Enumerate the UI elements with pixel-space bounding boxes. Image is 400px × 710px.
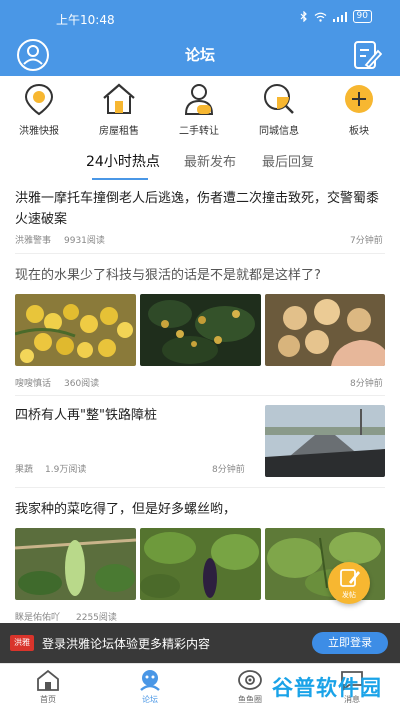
bottom-nav-home[interactable]: 首页 <box>18 668 78 705</box>
post-image[interactable] <box>140 528 261 600</box>
post-reads: 1.9万阅读 <box>45 465 87 475</box>
quick-menu-label: 洪雅快报 <box>19 126 59 137</box>
post-time: 7分钟前 <box>350 236 383 246</box>
login-banner-message: 登录洪雅论坛体验更多精彩内容 <box>42 637 211 651</box>
divider <box>15 253 385 254</box>
new-post-label: 发帖 <box>342 591 356 599</box>
signal-icon <box>332 11 347 22</box>
divider <box>15 487 385 488</box>
header: 论坛 <box>0 34 400 76</box>
post-image[interactable] <box>15 294 136 366</box>
post-image[interactable] <box>265 294 385 366</box>
active-tab-indicator <box>92 178 148 180</box>
bottom-nav-forum[interactable]: 论坛 <box>120 668 180 705</box>
house-icon <box>103 83 135 114</box>
app-logo: 洪雅 <box>10 635 34 651</box>
compose-icon[interactable] <box>352 39 382 71</box>
divider <box>15 395 385 396</box>
forum-icon <box>140 670 160 691</box>
login-button[interactable]: 立即登录 <box>312 632 388 654</box>
status-bar: 上午10:48 90 <box>0 0 400 34</box>
post-time: 8分钟前 <box>212 465 245 475</box>
login-banner: 洪雅 登录洪雅论坛体验更多精彩内容 立即登录 <box>0 623 400 663</box>
quick-menu-item-housing[interactable]: 房屋租售 <box>84 82 154 137</box>
post-author: 嗖嗖慎话 <box>15 379 52 389</box>
post-reads: 9931阅读 <box>64 236 105 246</box>
post-title[interactable]: 四桥有人再"整"铁路障桩 <box>15 405 255 426</box>
quick-menu-label: 板块 <box>349 126 369 137</box>
tab-hot-24h[interactable]: 24小时热点 <box>86 151 160 171</box>
wifi-icon <box>314 12 326 22</box>
page-title: 论坛 <box>184 46 215 64</box>
post-image[interactable] <box>265 405 385 477</box>
post-title[interactable]: 我家种的菜吃得了，但是好多螺丝哟， <box>15 499 387 520</box>
feed-tabs: 24小时热点 最新发布 最后回复 <box>0 151 400 185</box>
watermark-text: 谷普软件园 <box>272 676 382 700</box>
quick-menu-item-boards[interactable]: 板块 <box>324 82 394 137</box>
home-icon <box>37 669 59 691</box>
bluetooth-icon <box>300 11 307 22</box>
edit-icon <box>340 569 360 587</box>
tab-latest[interactable]: 最新发布 <box>184 151 236 170</box>
person-icon <box>184 84 214 115</box>
quick-menu: 洪雅快报 房屋租售 二手转让 同城信息 板块 <box>0 82 400 142</box>
bottom-nav-circle[interactable]: 鱼鱼圈 <box>220 668 280 705</box>
post-author: 眯是佑佑吖 <box>15 613 61 623</box>
quick-menu-item-local-info[interactable]: 同城信息 <box>244 82 314 137</box>
quick-menu-label: 房屋租售 <box>99 126 139 137</box>
bottom-nav-label: 首页 <box>40 695 56 704</box>
post-author: 洪雅警事 <box>15 236 52 246</box>
quick-menu-label: 同城信息 <box>259 126 299 137</box>
search-icon <box>264 84 294 114</box>
bottom-nav-label: 论坛 <box>142 695 158 704</box>
quick-menu-item-secondhand[interactable]: 二手转让 <box>164 82 234 137</box>
post-author: 果蔬 <box>15 465 34 475</box>
post-reads: 360阅读 <box>64 379 100 389</box>
watermark: 谷普软件园 <box>272 672 394 704</box>
post-image[interactable] <box>140 294 261 366</box>
post-reads: 2255阅读 <box>76 613 117 623</box>
eye-icon <box>238 670 262 690</box>
post-title[interactable]: 现在的水果少了科技与狠活的话是不是就都是这样了? <box>15 265 387 286</box>
new-post-button[interactable]: 发帖 <box>328 562 370 604</box>
battery-icon: 90 <box>352 10 372 23</box>
quick-menu-label: 二手转让 <box>179 126 219 137</box>
bottom-nav-label: 鱼鱼圈 <box>238 695 262 704</box>
quick-menu-item-news[interactable]: 洪雅快报 <box>4 82 74 137</box>
post-title[interactable]: 洪雅一摩托车撞倒老人后逃逸，伤者遭二次撞击致死，交警蜀黍火速破案 <box>15 188 387 230</box>
post-image[interactable] <box>15 528 136 600</box>
post-time: 8分钟前 <box>350 379 383 389</box>
plus-icon <box>345 85 373 113</box>
location-icon <box>24 83 54 116</box>
status-time: 上午10:48 <box>56 13 115 27</box>
status-icons: 90 <box>300 10 372 23</box>
tab-last-reply[interactable]: 最后回复 <box>262 151 314 170</box>
